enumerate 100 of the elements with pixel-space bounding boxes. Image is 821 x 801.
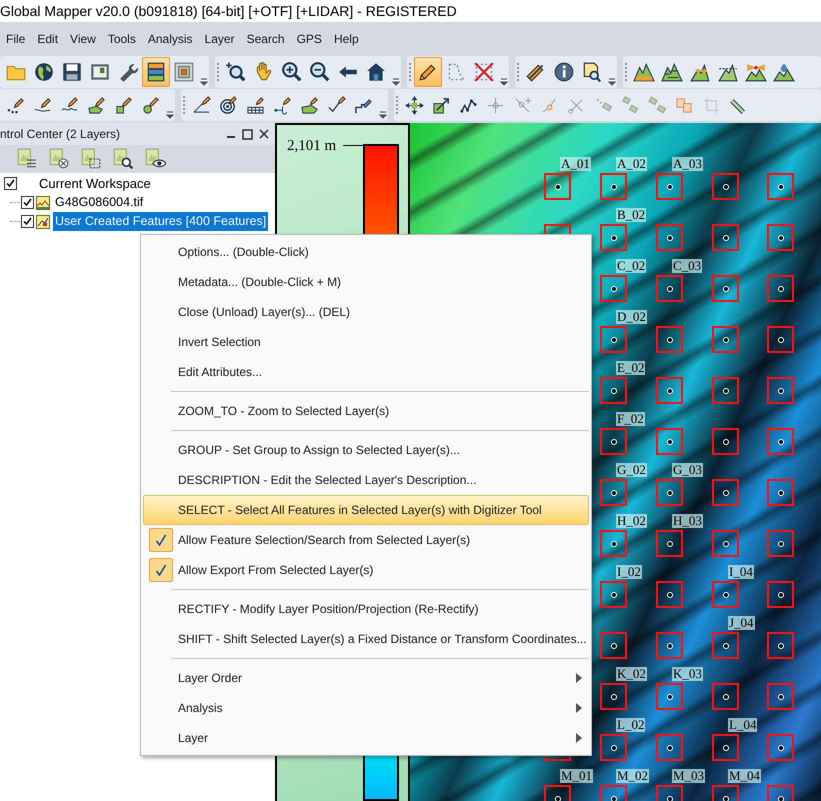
tree-item[interactable]: G48G086004.tif — [53, 193, 146, 212]
menu-item[interactable]: File — [0, 26, 32, 50]
raster-layer-icon — [36, 196, 50, 210]
menu-item[interactable]: SHIFT - Shift Selected Layer(s) a Fixed Distance or Transform Coordinates... — [143, 624, 589, 654]
tree-item[interactable]: User Created Features [400 Features] — [53, 212, 268, 231]
feature-marker — [600, 683, 627, 710]
menu-item[interactable]: Edit Attributes... — [143, 357, 589, 387]
feature-marker — [712, 173, 739, 200]
menu-item[interactable]: Invert Selection — [143, 327, 589, 357]
menu-item[interactable]: Metadata... (Double-Click + M) — [143, 267, 589, 297]
feature-marker — [600, 224, 627, 251]
draw-points-icon — [6, 96, 25, 114]
feature-marker — [656, 377, 683, 404]
layer-remove-icon[interactable] — [48, 148, 70, 170]
menu-item[interactable]: ZOOM_TO - Zoom to Selected Layer(s) — [143, 396, 589, 426]
menu-item[interactable]: GPS — [290, 26, 328, 50]
feature-marker — [544, 173, 571, 200]
legend-label: 2,101 m — [287, 137, 336, 156]
feature-label: G_02 — [616, 463, 647, 477]
menu-item[interactable]: GROUP - Set Group to Assign to Selected Layer(s)... — [143, 435, 589, 465]
move-vertex-icon — [486, 96, 505, 114]
menu-item[interactable]: Layer Order — [143, 663, 589, 693]
layer-checkbox[interactable] — [4, 177, 17, 190]
feature-marker — [712, 326, 739, 353]
menu-item[interactable]: DESCRIPTION - Edit the Selected Layer's Description... — [143, 465, 589, 495]
layer-checkbox[interactable] — [21, 196, 34, 209]
menu-item[interactable]: Layer — [143, 723, 589, 753]
feature-marker — [712, 377, 739, 404]
menu-item[interactable]: RECTIFY - Modify Layer Position/Projection (Re-Rectify) — [143, 594, 589, 624]
feature-marker — [656, 734, 683, 761]
feature-marker — [600, 275, 627, 302]
feature-marker — [767, 275, 794, 302]
panel-title: ntrol Center (2 Layers) — [0, 126, 120, 143]
layer-view-icon[interactable] — [144, 148, 166, 170]
linked-rectangles-icon — [621, 96, 640, 114]
maximize-icon[interactable] — [242, 128, 253, 140]
toolbar-options-icon[interactable] — [392, 78, 400, 86]
layer-checkbox[interactable] — [21, 215, 34, 228]
feature-label: I_02 — [616, 565, 642, 579]
feature-marker — [767, 428, 794, 455]
toolbar-options-icon[interactable] — [500, 78, 508, 86]
toolbar-options-icon[interactable] — [379, 111, 387, 119]
feature-label: H_03 — [672, 514, 703, 528]
feature-marker — [712, 734, 739, 761]
save-icon — [61, 61, 83, 83]
linked-rectangles-icon — [648, 96, 667, 114]
feature-marker — [767, 326, 794, 353]
layers-icon — [145, 61, 167, 83]
menu-item[interactable]: Tools — [102, 26, 142, 50]
feature-marker — [712, 479, 739, 506]
menu-item[interactable]: Allow Feature Selection/Search from Selected Layer(s) — [143, 525, 589, 555]
feature-label: B_02 — [616, 208, 646, 222]
feature-marker — [656, 632, 683, 659]
toolbar-options-icon[interactable] — [608, 78, 616, 86]
feature-marker — [767, 530, 794, 557]
globe-icon — [33, 61, 55, 83]
menu-item[interactable]: Allow Export From Selected Layer(s) — [143, 555, 589, 585]
toolbar-button[interactable] — [142, 57, 170, 87]
feature-label: M_03 — [672, 769, 706, 783]
draw-square-icon — [114, 96, 133, 114]
resize-icon — [432, 96, 451, 114]
check-icon — [327, 96, 346, 114]
feature-marker — [600, 530, 627, 557]
layer-list-icon[interactable] — [16, 148, 38, 170]
zoom-in-icon — [281, 61, 303, 83]
feature-marker — [600, 632, 627, 659]
toolbar-options-icon[interactable] — [166, 111, 174, 119]
feature-marker — [712, 581, 739, 608]
close-icon[interactable] — [259, 129, 269, 139]
menu-item[interactable]: Layer — [198, 26, 241, 50]
layer-search-icon[interactable] — [112, 148, 134, 170]
menu-item[interactable]: Close (Unload) Layer(s)... (DEL) — [143, 297, 589, 327]
menu-item[interactable]: Analysis — [143, 693, 589, 723]
feature-label: M_04 — [728, 769, 762, 783]
toolbar-button[interactable] — [414, 57, 442, 87]
feature-label: G_03 — [672, 463, 703, 477]
menu-item[interactable]: Edit — [31, 26, 64, 50]
menu-item[interactable]: Help — [328, 26, 365, 50]
feature-marker — [712, 632, 739, 659]
menu-item[interactable]: Options... (Double-Click) — [143, 237, 589, 267]
info-icon — [553, 61, 575, 83]
add-vertex-icon — [513, 96, 532, 114]
menu-item[interactable]: Analysis — [142, 26, 199, 50]
layer-select-icon[interactable] — [80, 148, 102, 170]
tree-item[interactable]: Current Workspace — [37, 174, 153, 194]
feature-label: C_03 — [672, 259, 702, 273]
feature-marker — [656, 224, 683, 251]
feature-marker — [767, 479, 794, 506]
feature-marker — [712, 224, 739, 251]
angle-icon — [192, 96, 211, 114]
overlapping-rectangles-icon — [675, 96, 694, 114]
feature-marker — [656, 479, 683, 506]
toolbar-options-icon[interactable] — [200, 78, 208, 86]
zoom-box-icon — [225, 61, 247, 83]
menu-item[interactable]: SELECT - Select All Features in Selected Layer(s) with Digitizer Tool — [143, 495, 589, 525]
menu-item[interactable]: View — [64, 26, 102, 50]
window-title: Global Mapper v20.0 (b091818) [64-bit] [+OTF] [+LIDAR] - REGISTERED — [0, 2, 457, 21]
menu-item[interactable]: Search — [240, 26, 291, 50]
feature-marker — [712, 275, 739, 302]
feature-label: H_02 — [616, 514, 647, 528]
